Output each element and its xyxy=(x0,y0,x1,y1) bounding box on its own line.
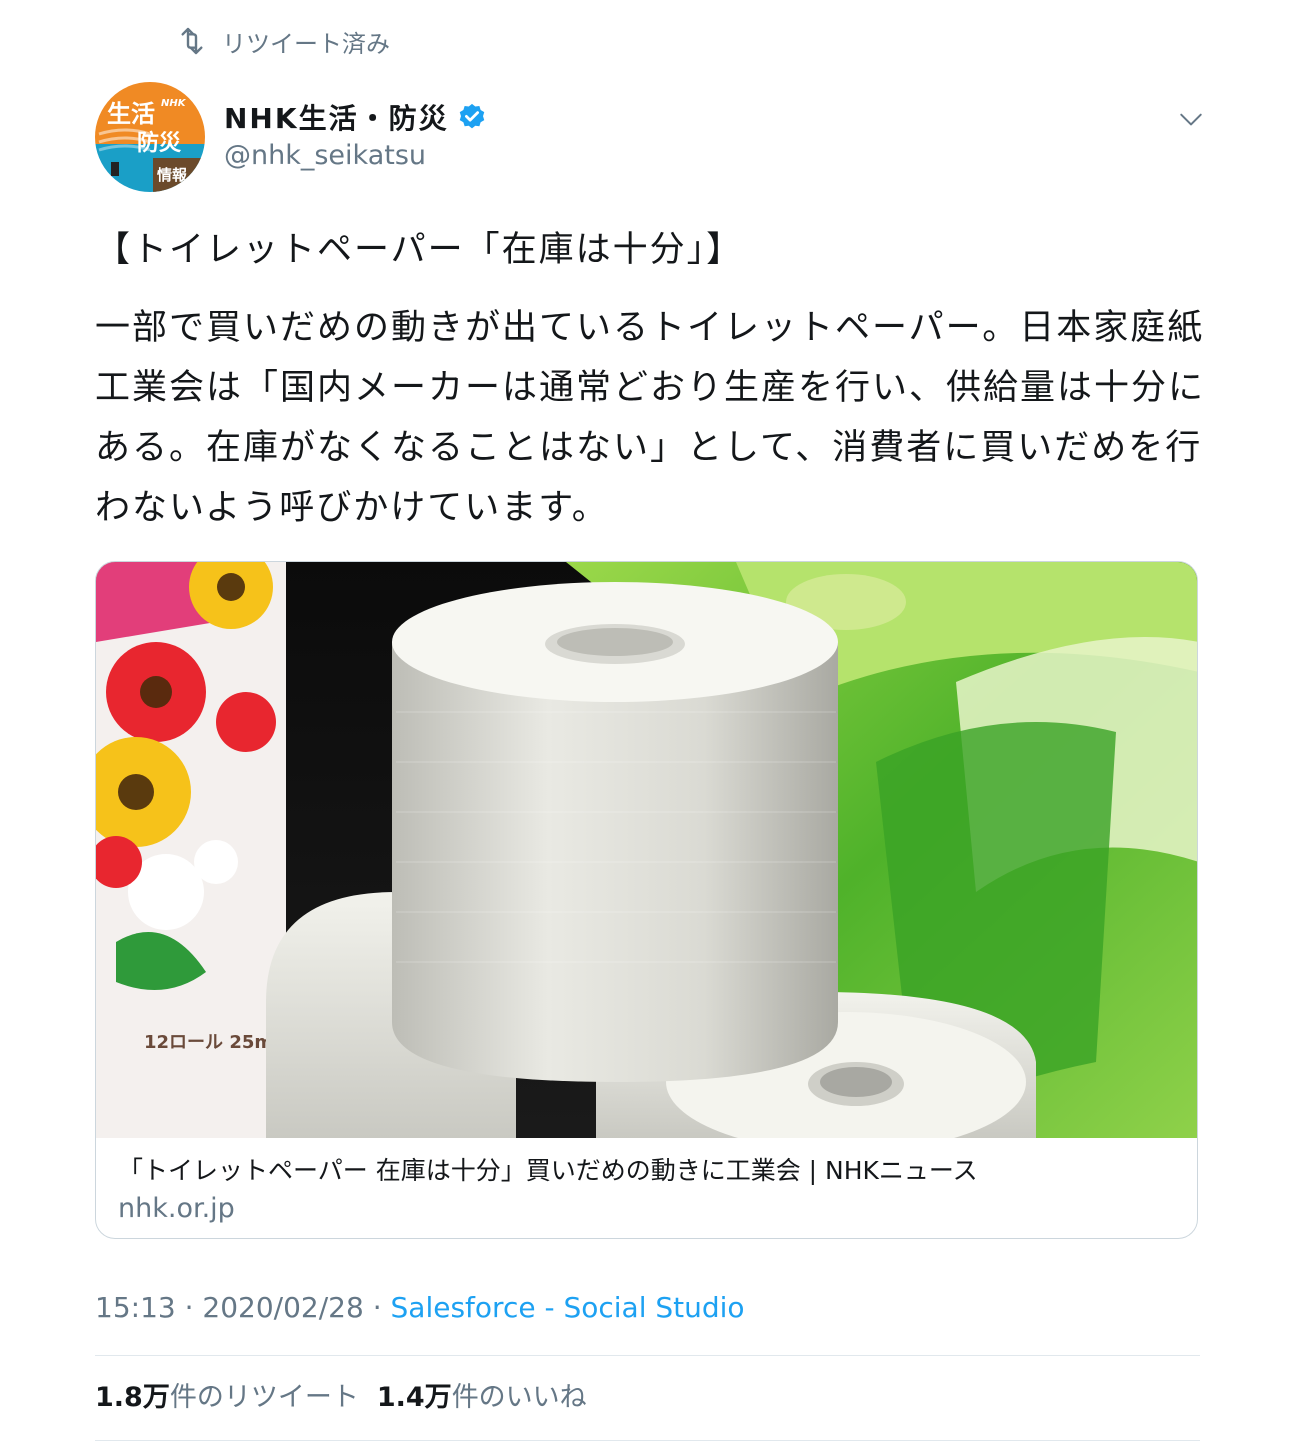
author-display-name[interactable]: NHK生活・防災 xyxy=(224,97,449,137)
timestamp-row: 15:13 · 2020/02/28 · Salesforce - Social… xyxy=(95,1288,745,1328)
retweet-icon xyxy=(181,27,203,55)
author-block[interactable]: NHK生活・防災 @nhk_seikatsu xyxy=(224,96,487,174)
svg-text:NHK: NHK xyxy=(161,98,187,109)
tweet-body: 一部で買いだめの動きが出ているトイレットペーパー。日本家庭紙工業会は「国内メーカ… xyxy=(95,308,1206,528)
tweet-title: 【トイレットペーパー「在庫は十分」】 xyxy=(95,230,744,270)
chevron-down-icon[interactable] xyxy=(1178,106,1204,132)
divider xyxy=(95,1355,1200,1356)
card-meta[interactable]: 「トイレットペーパー 在庫は十分」買いだめの動きに工業会 | NHKニュース n… xyxy=(118,1152,1178,1228)
svg-text:生活: 生活 xyxy=(107,100,155,128)
verified-badge-icon xyxy=(459,103,484,129)
retweet-label: リツイート済み xyxy=(222,29,390,58)
svg-text:防災: 防災 xyxy=(137,131,182,156)
avatar[interactable]: 生活 NHK 防災 情報 xyxy=(95,82,205,192)
separator: · xyxy=(184,1291,194,1324)
card-title[interactable]: 「トイレットペーパー 在庫は十分」買いだめの動きに工業会 | NHKニュース xyxy=(118,1152,1178,1190)
author-handle[interactable]: @nhk_seikatsu xyxy=(224,138,487,174)
retweet-indicator: リツイート済み xyxy=(176,24,390,58)
likes-count[interactable]: 1.4万 xyxy=(377,1382,452,1413)
tweet-source-link[interactable]: Salesforce - Social Studio xyxy=(391,1291,745,1324)
retweets-count[interactable]: 1.8万 xyxy=(95,1382,170,1413)
tweet-date[interactable]: 2020/02/28 xyxy=(202,1291,363,1324)
likes-label[interactable]: 件のいいね xyxy=(452,1382,587,1413)
retweets-label[interactable]: 件のリツイート xyxy=(170,1382,359,1413)
card-domain[interactable]: nhk.or.jp xyxy=(118,1190,1178,1228)
stats-row: 1.8万件のリツイート 1.4万件のいいね xyxy=(95,1378,587,1418)
retweets-stat[interactable]: 1.8万件のリツイート xyxy=(95,1378,359,1418)
separator: · xyxy=(372,1291,382,1324)
tweet-time[interactable]: 15:13 xyxy=(95,1291,176,1324)
svg-text:情報: 情報 xyxy=(157,166,188,184)
author-display-name-row[interactable]: NHK生活・防災 xyxy=(224,96,487,138)
link-card[interactable]: 12ロール 25m 「トイレットペーパー 在庫は十分」買いだめの動きに工業会 |… xyxy=(95,561,1198,1239)
svg-text:12ロール 25m: 12ロール 25m xyxy=(144,1032,273,1053)
card-image[interactable]: 12ロール 25m xyxy=(96,562,1198,1138)
divider xyxy=(95,1440,1200,1441)
likes-stat[interactable]: 1.4万件のいいね xyxy=(377,1378,587,1418)
